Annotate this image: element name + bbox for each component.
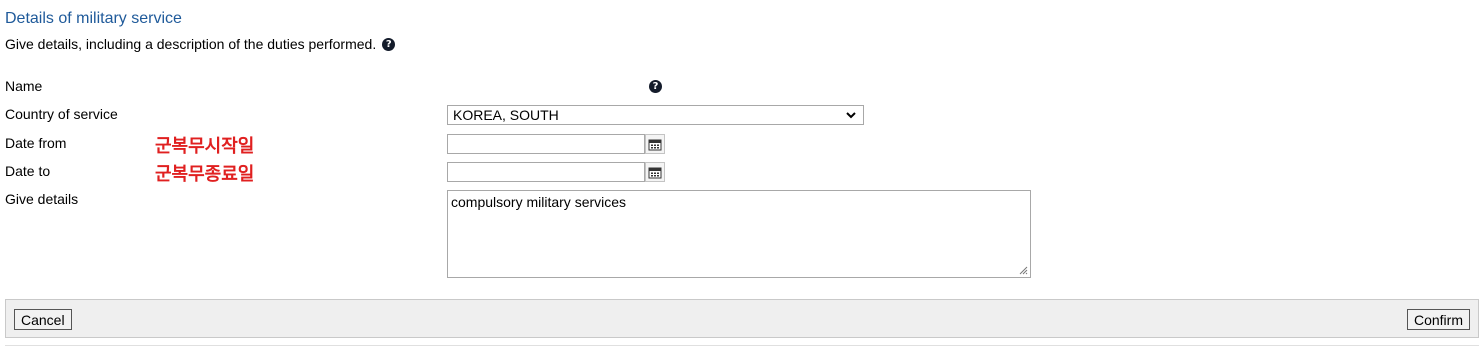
confirm-button[interactable]: Confirm xyxy=(1406,309,1470,330)
section-subtitle: Give details, including a description of… xyxy=(5,36,396,52)
divider xyxy=(5,345,1479,346)
section-title: Details of military service xyxy=(5,10,182,27)
date-from-label: Date from xyxy=(5,135,67,151)
date-from-annotation: 군복무시작일 xyxy=(155,136,255,157)
details-label: Give details xyxy=(5,191,79,207)
date-from-input[interactable] xyxy=(447,134,645,154)
country-select[interactable]: KOREA, SOUTH xyxy=(447,105,864,125)
question-circle-icon[interactable]: ? xyxy=(649,80,662,93)
calendar-icon[interactable] xyxy=(645,162,665,182)
country-select-value: KOREA, SOUTH xyxy=(453,107,559,123)
calendar-icon[interactable] xyxy=(645,134,665,154)
details-text: compulsory military services xyxy=(451,194,627,210)
date-to-label: Date to xyxy=(5,163,51,179)
name-label: Name xyxy=(5,78,43,94)
question-circle-icon[interactable]: ? xyxy=(382,37,396,51)
form-footer: Cancel Confirm xyxy=(5,299,1479,338)
date-to-annotation: 군복무종료일 xyxy=(155,164,255,185)
date-to-input[interactable] xyxy=(447,162,645,182)
subtitle-text: Give details, including a description of… xyxy=(5,36,377,52)
cancel-button[interactable]: Cancel xyxy=(14,309,72,330)
country-label: Country of service xyxy=(5,106,118,122)
chevron-down-icon xyxy=(846,112,856,119)
resize-handle-icon[interactable] xyxy=(1019,266,1028,275)
details-textarea[interactable]: compulsory military services xyxy=(447,190,1031,278)
